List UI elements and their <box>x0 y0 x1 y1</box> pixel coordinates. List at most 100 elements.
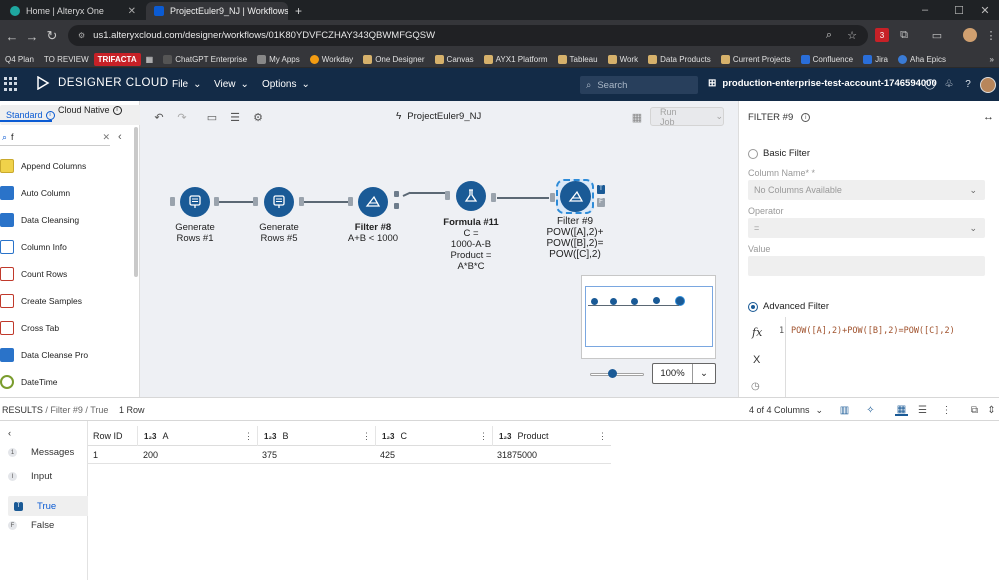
output-messages[interactable]: 1 Messages <box>8 447 74 458</box>
tool-search-input[interactable]: ⌕ f ✕ <box>0 129 110 146</box>
extension-icon[interactable]: 3 <box>875 28 889 42</box>
workflow-canvas[interactable]: ↶ ↷ ▭ ☰ ⚙ ϟ ProjectEuler9_NJ ▦ Run Job ⌄ <box>140 101 738 397</box>
tool-item-column-info[interactable]: Column Info <box>0 239 67 255</box>
filter-node-selected[interactable] <box>560 181 591 212</box>
bookmark-item[interactable]: Jira <box>858 54 893 64</box>
help-icon[interactable]: ? <box>962 78 974 90</box>
open-external-icon[interactable]: ⧉ <box>968 404 981 416</box>
radio-advanced[interactable] <box>748 301 758 312</box>
tool-item-auto-column[interactable]: Auto Column <box>0 185 70 201</box>
chevron-down-icon[interactable]: ⌄ <box>692 364 715 383</box>
output-anchor[interactable] <box>491 193 496 202</box>
bookmark-item[interactable]: TRIFACTA <box>93 52 141 66</box>
account-switcher[interactable]: ⊞ production-enterprise-test-account-174… <box>708 78 937 89</box>
apps-grid-icon[interactable]: ▦ <box>141 55 159 64</box>
variables-x-icon[interactable]: X <box>753 354 760 366</box>
true-anchor[interactable] <box>394 191 399 197</box>
minimap-viewport[interactable] <box>585 286 713 347</box>
browser-menu-icon[interactable]: ⋮ <box>984 28 998 42</box>
input-anchor[interactable] <box>170 197 175 206</box>
bookmark-star-icon[interactable]: ☆ <box>845 28 859 42</box>
formula-node[interactable] <box>456 181 486 211</box>
minimize-icon[interactable]: – <box>908 0 942 20</box>
close-tab-icon[interactable]: ✕ <box>128 6 136 17</box>
column-header-c[interactable]: 1₂3 C ⋮ <box>376 426 493 446</box>
browser-tab-workflow[interactable]: ProjectEuler9_NJ | Workflows ✕ <box>146 2 288 20</box>
input-anchor[interactable] <box>550 193 555 202</box>
tab-search-icon[interactable]: ▭ <box>930 28 944 42</box>
bookmark-item[interactable]: Data Products <box>643 54 716 64</box>
workflow-summary-icon[interactable]: ☰ <box>228 110 242 124</box>
schedule-icon[interactable]: ▦ <box>630 110 644 124</box>
column-name-select[interactable]: No Columns Available ⌄ <box>748 180 985 200</box>
column-header-b[interactable]: 1₂3 B ⋮ <box>258 426 376 446</box>
forward-icon[interactable]: → <box>22 26 42 46</box>
tool-item-data-cleanse-pro[interactable]: Data Cleanse Pro <box>0 347 88 363</box>
canvas-minimap[interactable] <box>581 275 716 359</box>
output-anchor[interactable] <box>214 197 219 206</box>
output-input[interactable]: I Input <box>8 471 52 482</box>
bookmark-item[interactable]: One Designer <box>358 54 429 64</box>
radio-basic[interactable] <box>748 148 758 159</box>
false-anchor[interactable]: F <box>597 198 605 207</box>
more-bookmarks-icon[interactable]: » <box>985 55 999 64</box>
column-header-row-id[interactable]: Row ID <box>88 426 138 446</box>
column-menu-icon[interactable]: ⋮ <box>598 431 607 442</box>
bookmark-item[interactable]: ChatGPT Enterprise <box>158 54 252 64</box>
reload-icon[interactable]: ↻ <box>42 26 62 46</box>
bookmark-item[interactable]: Q4 Plan <box>0 55 39 64</box>
info-icon[interactable]: i <box>45 110 55 120</box>
tool-item-data-cleansing[interactable]: Data Cleansing <box>0 212 79 228</box>
bookmark-item[interactable]: Canvas <box>430 54 479 64</box>
value-input[interactable] <box>748 256 985 276</box>
generate-rows-node[interactable] <box>264 187 294 217</box>
advanced-filter-radio[interactable]: Advanced Filter <box>748 301 829 312</box>
tool-item-append-columns[interactable]: Append Columns <box>0 158 86 174</box>
tool-item-datetime[interactable]: DateTime <box>0 374 58 390</box>
input-anchor[interactable] <box>253 197 258 206</box>
bookmark-item[interactable]: Current Projects <box>716 54 796 64</box>
bookmark-item[interactable]: My Apps <box>252 54 305 64</box>
column-menu-icon[interactable]: ⋮ <box>362 431 371 442</box>
expand-panel-icon[interactable]: ↔ <box>983 111 994 123</box>
zoom-select[interactable]: 100% ⌄ <box>652 363 716 384</box>
run-job-button[interactable]: Run Job ⌄ <box>650 107 724 127</box>
user-avatar[interactable] <box>980 77 996 93</box>
basic-filter-radio[interactable]: Basic Filter <box>748 148 810 159</box>
settings-gear-icon[interactable]: ⚙ <box>251 110 265 124</box>
new-tab-button[interactable]: + <box>291 2 309 20</box>
app-search-input[interactable]: ⌕ Search <box>580 76 698 94</box>
chat-icon[interactable]: ◯ <box>924 78 936 90</box>
zoom-icon[interactable]: ⌕ <box>822 28 836 42</box>
bookmark-item[interactable]: Aha Epics <box>893 54 951 64</box>
workflow-title[interactable]: ϟ ProjectEuler9_NJ <box>396 111 481 122</box>
browser-tab-home[interactable]: Home | Alteryx One ✕ <box>2 2 144 20</box>
address-bar[interactable]: ⚙ us1.alteryxcloud.com/designer/workflow… <box>68 25 868 46</box>
extensions-puzzle-icon[interactable]: ⧉ <box>897 28 911 42</box>
menu-view[interactable]: View ⌄ <box>214 79 249 90</box>
bookmark-item[interactable]: Confluence <box>796 54 858 64</box>
tab-cloud-native[interactable]: Cloud Native i <box>58 105 122 115</box>
tool-item-cross-tab[interactable]: Cross Tab <box>0 320 59 336</box>
expression-editor[interactable]: 1 POW([A],2)+POW([B],2)=POW([C],2) <box>779 317 990 397</box>
output-false[interactable]: F False <box>8 520 54 531</box>
redo-icon[interactable]: ↷ <box>175 110 189 124</box>
column-menu-icon[interactable]: ⋮ <box>244 431 253 442</box>
comment-icon[interactable]: ▭ <box>205 110 219 124</box>
notifications-icon[interactable]: ♧ <box>943 78 955 90</box>
zoom-slider[interactable] <box>590 373 644 376</box>
output-anchor[interactable] <box>299 197 304 206</box>
app-launcher-icon[interactable] <box>4 77 18 91</box>
false-anchor[interactable] <box>394 203 399 209</box>
undo-icon[interactable]: ↶ <box>152 110 166 124</box>
tool-palette-scrollbar[interactable] <box>134 127 138 277</box>
expand-results-icon[interactable]: ⇕ <box>985 404 998 416</box>
collapse-panel-icon[interactable]: ‹ <box>118 131 122 143</box>
settings-icon[interactable]: ⋮ <box>940 404 953 416</box>
bookmark-item[interactable]: Work <box>603 54 644 64</box>
window-close-icon[interactable]: ✕ <box>968 0 999 20</box>
chart-view-icon[interactable]: ▥ <box>838 404 851 416</box>
columns-selector[interactable]: 4 of 4 Columns ⌄ <box>749 405 823 416</box>
insights-bulb-icon[interactable]: ✧ <box>864 404 877 416</box>
bookmark-item[interactable]: AYX1 Platform <box>479 54 553 64</box>
